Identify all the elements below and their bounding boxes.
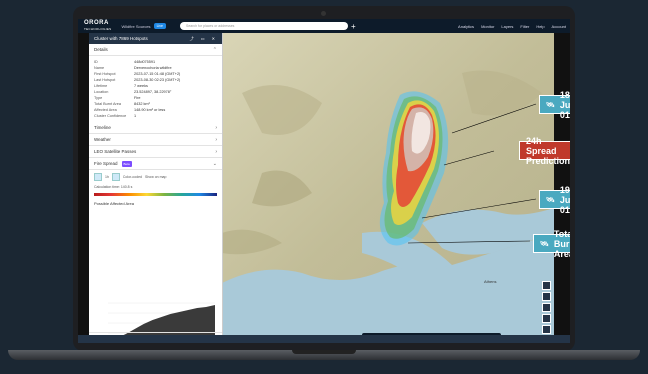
laptop-frame: ORORA TECHNOLOGIES Wildfire Sources Live … — [73, 6, 575, 351]
satellite-icon: 🛰 — [540, 240, 549, 248]
callout-19th-july: 🛰19th July 01:48 — [539, 185, 570, 215]
section-details[interactable]: Details ⌃ — [89, 44, 222, 56]
chart-title: Possible Affected Area — [94, 201, 134, 206]
zoom-out-button[interactable] — [542, 292, 551, 301]
section-timeline[interactable]: Timeline › — [89, 122, 222, 134]
top-bar: ORORA TECHNOLOGIES Wildfire Sources Live … — [78, 19, 570, 33]
nav-filter[interactable]: Filter — [520, 24, 529, 29]
showmap-label[interactable]: Show on map — [145, 175, 166, 179]
panel-actions[interactable]: ⤴ ▭ ✕ — [190, 36, 218, 42]
section-leo-passes[interactable]: LEO Satellite Passes › — [89, 146, 222, 158]
chevron-up-icon: ⌃ — [212, 46, 217, 53]
cluster-panel: Cluster with 7869 Hotspots ⤴ ▭ ✕ Details… — [89, 33, 223, 343]
chevron-down-icon: ⌄ — [212, 160, 217, 167]
measure-button[interactable] — [542, 314, 551, 323]
laptop-notch — [292, 350, 356, 354]
panel-header: Cluster with 7869 Hotspots ⤴ ▭ ✕ — [89, 33, 222, 44]
screen: ORORA TECHNOLOGIES Wildfire Sources Live … — [78, 19, 570, 343]
search-input[interactable]: Search for places or addresses — [179, 22, 348, 30]
callout-total-burnt-area: 🛰Total Burnt Area — [533, 229, 570, 259]
section-weather[interactable]: Weather › — [89, 134, 222, 146]
map-canvas — [222, 33, 554, 343]
play-button[interactable] — [94, 173, 102, 181]
callout-24h-prediction: 24h Spread Prediction — [519, 136, 570, 166]
add-icon[interactable]: + — [351, 22, 356, 31]
status-bar — [78, 335, 570, 343]
nav-layers[interactable]: Layers — [501, 24, 513, 29]
map-toolbar — [542, 281, 551, 343]
time-color-scale — [94, 193, 217, 196]
chevron-right-icon: › — [215, 136, 217, 143]
callout-18th-july: 🛰18th July 01:48 — [539, 90, 570, 120]
app-logo[interactable]: ORORA TECHNOLOGIES — [84, 20, 111, 32]
chevron-right-icon: › — [215, 148, 217, 155]
calc-time: Calculation time: 140.8 s — [94, 185, 133, 189]
zoom-in-button[interactable] — [542, 281, 551, 290]
chevron-right-icon: › — [215, 124, 217, 131]
live-badge[interactable]: Live — [153, 23, 166, 29]
panel-title: Cluster with 7869 Hotspots — [94, 36, 148, 41]
source-selector[interactable]: Wildfire Sources — [121, 24, 150, 29]
map-view[interactable]: 🛰18th July 01:48 24h Spread Prediction 🛰… — [222, 33, 570, 343]
satellite-icon: 🛰 — [546, 101, 555, 109]
colorcode-toggle[interactable] — [111, 173, 120, 181]
webcam — [321, 11, 326, 16]
nav-help[interactable]: Help — [536, 24, 544, 29]
colorcode-label: Color-coded — [122, 175, 142, 179]
beta-tag: Beta — [121, 160, 132, 167]
layers-button[interactable] — [542, 303, 551, 312]
fire-spread-controls: 1h Color-coded Show on map — [89, 170, 222, 184]
interval-label[interactable]: 1h — [105, 175, 109, 179]
detail-row: Cluster Confidence 1 — [94, 114, 137, 118]
nav-account[interactable]: Account — [552, 24, 566, 29]
nav-menu: Analytics Monitor Layers Filter Help Acc… — [458, 24, 566, 29]
satellite-icon: 🛰 — [546, 196, 555, 204]
details-list: ID 448d075591 Name Dervenochoria wildfire … — [89, 56, 222, 122]
section-fire-spread[interactable]: Fire Spread Beta ⌄ — [89, 158, 222, 170]
map-label-athens: Athens — [484, 279, 497, 284]
nav-analytics[interactable]: Analytics — [458, 24, 474, 29]
locate-button[interactable] — [542, 325, 551, 334]
nav-monitor[interactable]: Monitor — [481, 24, 494, 29]
